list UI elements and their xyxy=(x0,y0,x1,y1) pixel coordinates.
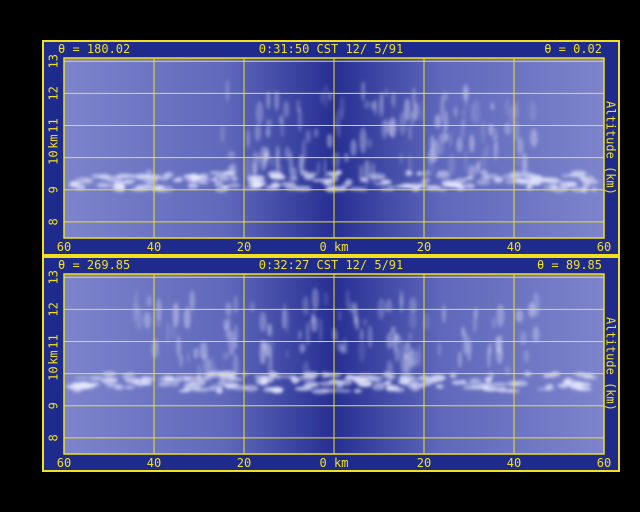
y-tick-label: 9 xyxy=(47,186,61,193)
y-tick-label: 9 xyxy=(47,402,61,409)
x-tick-label: 40 xyxy=(507,240,521,254)
x-tick-label: 0 km xyxy=(320,456,349,470)
y-tick-label: 13 xyxy=(47,54,61,68)
x-tick-label: 20 xyxy=(417,240,431,254)
x-tick-label: 60 xyxy=(57,456,71,470)
x-tick-label: 40 xyxy=(147,456,161,470)
x-tick-label: 60 xyxy=(597,456,611,470)
y-tick-label: 8 xyxy=(47,434,61,441)
y-tick-label: 11 xyxy=(47,118,61,132)
y-axis-title: Altitude (km) xyxy=(604,101,618,195)
lidar-panel-top: θ = 180.02 0:31:50 CST 12/ 5/91 θ = 0.02… xyxy=(42,40,620,256)
y-tick-label: 10 xyxy=(47,150,61,164)
y-tick-label: 8 xyxy=(47,218,61,225)
y-axis-title: Altitude (km) xyxy=(604,317,618,411)
x-tick-label: 20 xyxy=(237,456,251,470)
y-unit-label: km xyxy=(47,350,61,364)
x-tick-label: 0 km xyxy=(320,240,349,254)
y-tick-label: 11 xyxy=(47,334,61,348)
x-tick-label: 40 xyxy=(507,456,521,470)
y-tick-label: 10 xyxy=(47,366,61,380)
lidar-panel-bottom: θ = 269.85 0:32:27 CST 12/ 5/91 θ = 89.8… xyxy=(42,256,620,472)
x-tick-label: 60 xyxy=(57,240,71,254)
y-tick-label: 13 xyxy=(47,270,61,284)
x-tick-label: 20 xyxy=(417,456,431,470)
x-tick-label: 20 xyxy=(237,240,251,254)
y-unit-label: km xyxy=(47,134,61,148)
x-tick-label: 40 xyxy=(147,240,161,254)
y-tick-label: 12 xyxy=(47,302,61,316)
x-tick-label: 60 xyxy=(597,240,611,254)
lidar-plot-bottom: 60 40 20 0 km 20 40 60 8 9 10 11 12 13 km Altitude (km… xyxy=(47,270,618,470)
lidar-plot-top: 60 40 20 0 km 20 40 60 8 9 10 11 12 13 km Altitude (km… xyxy=(47,54,618,254)
y-tick-label: 12 xyxy=(47,86,61,100)
